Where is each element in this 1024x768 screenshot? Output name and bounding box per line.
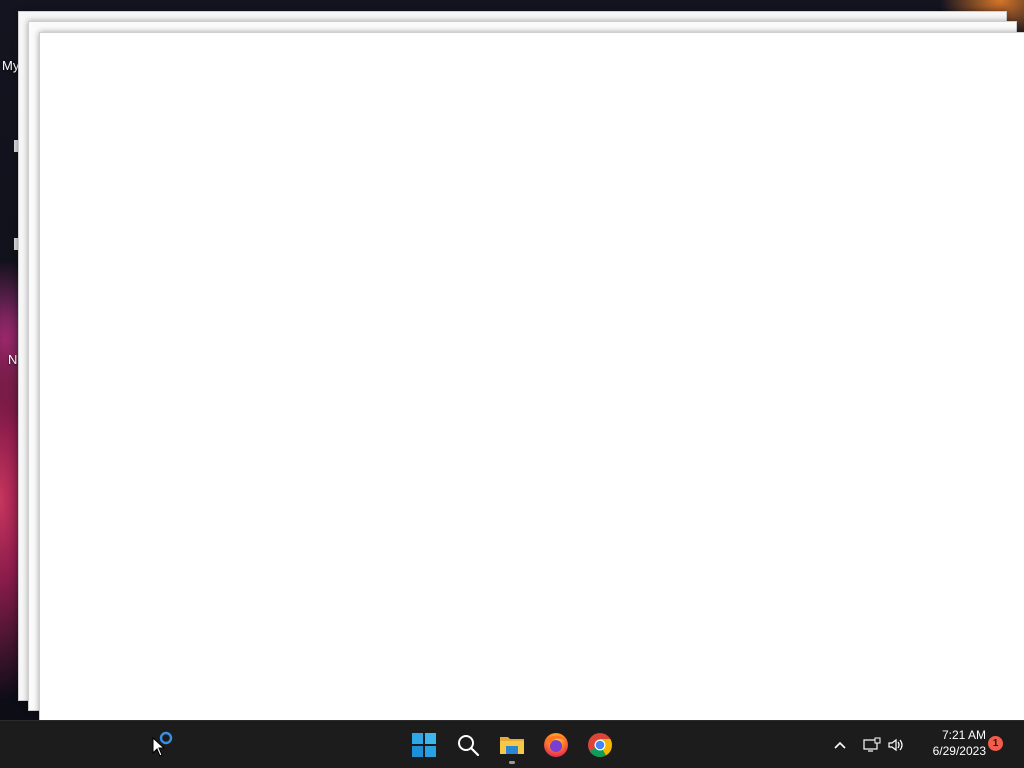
- file-explorer-button[interactable]: [496, 729, 528, 764]
- show-hidden-icons-button[interactable]: [826, 729, 854, 761]
- volume-button[interactable]: [882, 729, 910, 761]
- clock-date: 6/29/2023: [932, 744, 986, 758]
- chrome-icon: [588, 733, 612, 758]
- clock-time: 7:21 AM: [941, 728, 986, 742]
- system-clock[interactable]: 7:21 AM 6/29/2023: [912, 727, 986, 759]
- search-icon: [458, 735, 480, 757]
- search-button[interactable]: [452, 729, 484, 761]
- running-indicator: [509, 761, 515, 764]
- desktop-icon-label-n[interactable]: N: [8, 352, 17, 367]
- notification-badge[interactable]: 1: [988, 736, 1003, 751]
- file-explorer-icon: [500, 737, 524, 754]
- windows-start-icon: [412, 733, 436, 757]
- network-icon: [863, 737, 881, 752]
- chevron-up-icon: [834, 741, 846, 749]
- volume-icon: [888, 738, 903, 752]
- chrome-button[interactable]: [584, 729, 616, 761]
- firefox-icon: [544, 733, 568, 757]
- mouse-cursor-icon: [152, 737, 166, 757]
- start-button[interactable]: [408, 729, 440, 761]
- window-front[interactable]: [39, 32, 1024, 721]
- firefox-button[interactable]: [540, 729, 572, 761]
- desktop-icon-label-my[interactable]: My: [2, 58, 19, 73]
